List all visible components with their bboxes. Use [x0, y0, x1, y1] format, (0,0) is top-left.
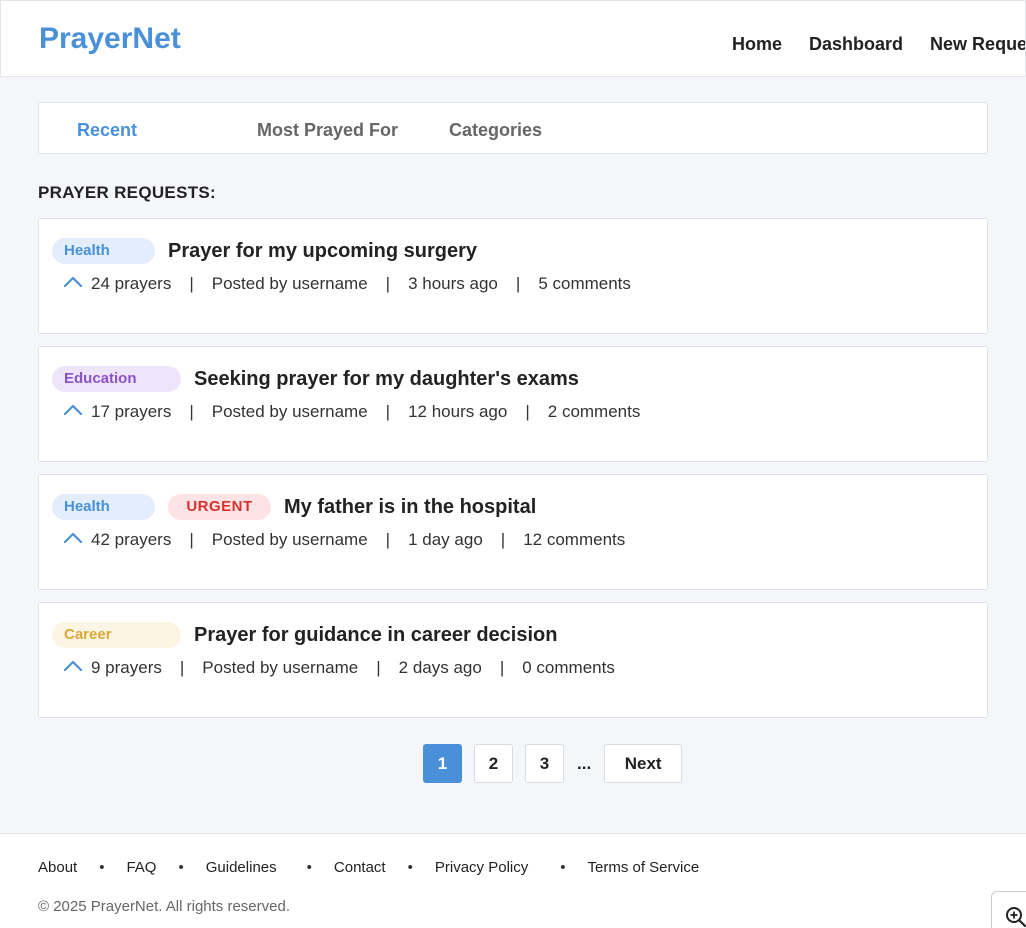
- request-meta: 17 prayers | Posted by username | 12 hou…: [63, 402, 640, 422]
- prayer-request-card[interactable]: Career Prayer for guidance in career dec…: [38, 602, 988, 718]
- footer-bullet: •: [560, 859, 566, 876]
- chevron-up-icon[interactable]: [63, 272, 83, 292]
- posted-time: 2 days ago: [398, 658, 482, 677]
- meta-separator: |: [376, 658, 381, 677]
- pagination-ellipsis: ...: [577, 753, 592, 773]
- urgent-badge: URGENT: [168, 494, 271, 520]
- posted-by: Posted by username: [211, 402, 368, 421]
- posted-by: Posted by username: [211, 274, 368, 293]
- prayer-request-card[interactable]: Health Prayer for my upcoming surgery 24…: [38, 218, 988, 334]
- footer-link-privacy-policy[interactable]: Privacy Policy: [435, 859, 528, 876]
- main-nav: Home Dashboard New Request: [732, 34, 1025, 55]
- request-title[interactable]: Prayer for guidance in career decision: [194, 624, 557, 647]
- footer-bullet: •: [306, 859, 312, 876]
- footer-link-about[interactable]: About: [38, 859, 77, 876]
- posted-time: 1 day ago: [408, 530, 483, 549]
- copyright-text: © 2025 PrayerNet. All rights reserved.: [38, 898, 290, 915]
- prayer-count: 24 prayers: [91, 274, 172, 293]
- next-page-button[interactable]: Next: [604, 744, 683, 783]
- meta-separator: |: [189, 530, 194, 549]
- category-badge[interactable]: Education: [52, 366, 181, 392]
- chevron-up-icon[interactable]: [63, 528, 83, 548]
- site-logo[interactable]: PrayerNet: [39, 22, 181, 56]
- footer-link-contact[interactable]: Contact: [334, 859, 386, 876]
- footer-link-guidelines[interactable]: Guidelines: [206, 859, 277, 876]
- meta-separator: |: [500, 530, 506, 549]
- prayer-count: 9 prayers: [91, 658, 162, 677]
- comment-count[interactable]: 12 comments: [523, 530, 625, 550]
- nav-dashboard-link[interactable]: Dashboard: [809, 34, 903, 55]
- tab-most-prayed-for[interactable]: Most Prayed For: [257, 120, 398, 141]
- meta-separator: |: [179, 658, 185, 677]
- filter-tabs: Recent Most Prayed For Categories: [38, 102, 988, 154]
- footer-links: About • FAQ • Guidelines • Contact • Pri…: [38, 859, 699, 876]
- footer-bullet: •: [178, 859, 184, 876]
- page-button-3[interactable]: 3: [525, 744, 564, 783]
- footer-bullet: •: [407, 859, 413, 876]
- nav-home-link[interactable]: Home: [732, 34, 782, 55]
- prayer-count: 42 prayers: [91, 530, 172, 549]
- section-title: PRAYER REQUESTS:: [38, 183, 216, 202]
- prayer-request-card[interactable]: Education Seeking prayer for my daughter…: [38, 346, 988, 462]
- prayer-request-card[interactable]: Health URGENT My father is in the hospit…: [38, 474, 988, 590]
- footer-bullet: •: [99, 859, 105, 876]
- request-title[interactable]: Seeking prayer for my daughter's exams: [194, 368, 579, 391]
- footer-link-faq[interactable]: FAQ: [126, 859, 156, 876]
- posted-time: 12 hours ago: [408, 402, 508, 421]
- site-header: PrayerNet Home Dashboard New Request: [0, 0, 1026, 77]
- meta-separator: |: [515, 274, 521, 293]
- meta-separator: |: [525, 402, 530, 421]
- tab-categories[interactable]: Categories: [449, 120, 542, 141]
- request-meta: 9 prayers | Posted by username | 2 days …: [63, 658, 615, 678]
- request-title[interactable]: Prayer for my upcoming surgery: [168, 240, 477, 263]
- request-meta: 42 prayers | Posted by username | 1 day …: [63, 530, 625, 550]
- posted-by: Posted by username: [211, 530, 368, 549]
- pagination: 1 2 3 ... Next: [423, 744, 683, 783]
- comment-count[interactable]: 5 comments: [538, 274, 631, 294]
- posted-time: 3 hours ago: [408, 274, 498, 293]
- chevron-up-icon[interactable]: [63, 400, 83, 420]
- request-meta: 24 prayers | Posted by username | 3 hour…: [63, 274, 631, 294]
- meta-separator: |: [499, 658, 505, 677]
- meta-separator: |: [385, 530, 391, 549]
- posted-by: Posted by username: [202, 658, 359, 677]
- category-badge[interactable]: Career: [52, 622, 181, 648]
- comment-count[interactable]: 0 comments: [522, 658, 615, 678]
- request-title[interactable]: My father is in the hospital: [284, 496, 536, 519]
- meta-separator: |: [385, 274, 391, 293]
- chevron-up-icon[interactable]: [63, 656, 83, 676]
- meta-separator: |: [189, 402, 194, 421]
- comment-count[interactable]: 2 comments: [548, 402, 641, 422]
- meta-separator: |: [385, 402, 391, 421]
- category-badge[interactable]: Health: [52, 494, 155, 520]
- zoom-in-icon: [1005, 906, 1026, 928]
- category-badge[interactable]: Health: [52, 238, 155, 264]
- page-button-2[interactable]: 2: [474, 744, 513, 783]
- site-footer: About • FAQ • Guidelines • Contact • Pri…: [0, 833, 1026, 928]
- meta-separator: |: [189, 274, 194, 293]
- nav-new-request-link[interactable]: New Request: [930, 34, 1025, 55]
- tab-recent[interactable]: Recent: [77, 120, 137, 141]
- zoom-in-button[interactable]: [991, 891, 1026, 928]
- prayer-count: 17 prayers: [91, 402, 172, 421]
- footer-link-terms-of-service[interactable]: Terms of Service: [588, 859, 700, 876]
- page-button-1[interactable]: 1: [423, 744, 462, 783]
